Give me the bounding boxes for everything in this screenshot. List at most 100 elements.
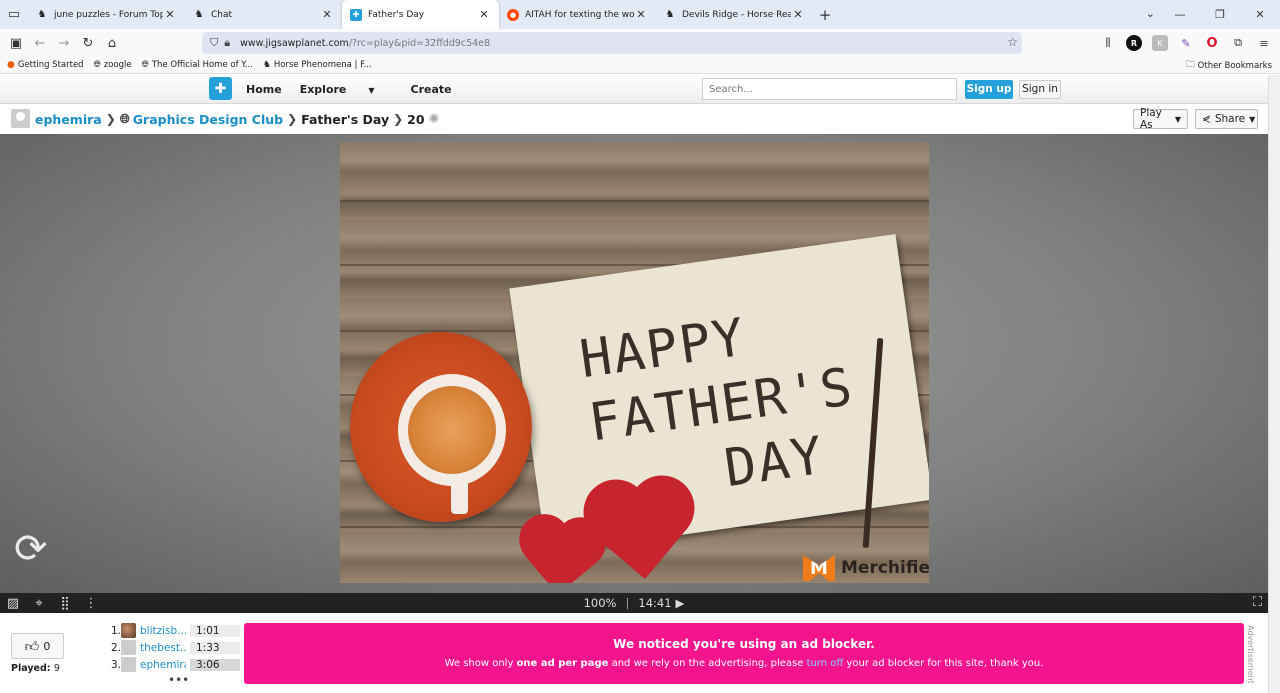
url-bar[interactable]: ⛉ 🔒︎ www.jigsawplanet.com/?rc=play&pid=3… bbox=[202, 32, 1022, 54]
played-count: Played: 9 bbox=[11, 663, 60, 674]
extension-r-icon[interactable]: R bbox=[1126, 35, 1142, 51]
sign-up-button[interactable]: Sign up bbox=[965, 80, 1013, 99]
sign-in-button[interactable]: Sign in bbox=[1019, 80, 1061, 99]
share-label: Share bbox=[1214, 113, 1246, 125]
chevron-right-icon: ❯ bbox=[287, 112, 298, 126]
search-input[interactable] bbox=[702, 78, 957, 100]
avatar[interactable] bbox=[121, 657, 136, 672]
close-icon[interactable]: ✕ bbox=[791, 8, 805, 21]
tab-june-puzzles[interactable]: ♞ june puzzles - Forum Topic ✕ bbox=[28, 0, 185, 29]
new-tab-button[interactable]: + bbox=[813, 6, 837, 24]
bookmark-star-icon[interactable]: ☆ bbox=[1007, 35, 1018, 49]
nav-home[interactable]: Home bbox=[246, 83, 282, 96]
opera-extension-icon[interactable]: O bbox=[1204, 35, 1220, 51]
folder-icon: 🗀 bbox=[1186, 60, 1195, 70]
nav-explore[interactable]: Explore ▼ bbox=[300, 83, 393, 96]
player-name[interactable]: blitzisb... bbox=[140, 625, 186, 637]
chevron-down-icon[interactable]: ⌄ bbox=[1146, 7, 1155, 20]
puzzle-image[interactable]: HAPPY FATHER'S DAY M Merchifies® bbox=[340, 142, 929, 583]
lock-icon[interactable]: 🔒︎ bbox=[224, 36, 230, 50]
globe-icon: 🌐︎ bbox=[119, 111, 130, 126]
nav-create[interactable]: Create bbox=[411, 83, 452, 96]
pen-extension-icon[interactable]: ✎ bbox=[1178, 35, 1194, 51]
caret-down-icon: ▼ bbox=[1249, 114, 1256, 124]
zoom-level: 100% bbox=[583, 596, 617, 610]
menu-icon[interactable]: ≡ bbox=[1256, 35, 1272, 51]
forward-icon[interactable]: → bbox=[52, 31, 76, 55]
close-icon[interactable]: ✕ bbox=[320, 8, 334, 21]
play-as-button[interactable]: Play As ▼ bbox=[1133, 107, 1188, 131]
jigsaw-logo-icon[interactable]: ✚ bbox=[209, 77, 232, 100]
brand-name: Merchifies bbox=[841, 558, 929, 578]
extensions-puzzle-icon[interactable]: ⧉ bbox=[1230, 35, 1246, 51]
merchifies-logo: M Merchifies® bbox=[803, 555, 929, 581]
heart-icon bbox=[525, 523, 597, 583]
close-icon[interactable]: ✕ bbox=[477, 8, 491, 21]
play-icon[interactable]: ▶ bbox=[676, 596, 685, 610]
tab-overview-icon[interactable]: ▭ bbox=[0, 0, 28, 29]
back-icon[interactable]: ← bbox=[28, 31, 52, 55]
close-icon[interactable]: ✕ bbox=[163, 8, 177, 21]
avatar[interactable] bbox=[11, 109, 30, 128]
advertisement-label: Advertisement bbox=[1246, 625, 1255, 684]
jigsaw-icon: ✚ bbox=[350, 8, 362, 21]
adblock-text: your ad blocker for this site, thank you… bbox=[843, 658, 1044, 669]
breadcrumb-title: Father's Day bbox=[301, 111, 390, 127]
tab-devils-ridge[interactable]: ♞ Devils Ridge - Horse Reality ✕ bbox=[656, 0, 813, 29]
bookmark-getting-started[interactable]: ● Getting Started bbox=[7, 60, 84, 70]
leaderboard: 1. blitzisb... 1:01 2. thebest... 1:33 3… bbox=[111, 622, 240, 673]
tab-aitah[interactable]: ● AITAH for texting the woman m ✕ bbox=[499, 0, 656, 29]
table-row: 1. blitzisb... 1:01 bbox=[111, 622, 240, 639]
elapsed-time: 14:41 bbox=[638, 596, 672, 610]
breadcrumb-club[interactable]: Graphics Design Club bbox=[133, 112, 283, 127]
share-button[interactable]: ⋞ Share ▼ bbox=[1195, 109, 1258, 129]
tab-title: Chat bbox=[211, 9, 233, 20]
separator: | bbox=[625, 596, 630, 610]
sidebar-toggle-icon[interactable]: ▣ bbox=[4, 31, 28, 55]
close-icon[interactable]: ✕ bbox=[634, 8, 648, 21]
tab-chat[interactable]: ♞ Chat ✕ bbox=[185, 0, 342, 29]
minimize-icon[interactable]: — bbox=[1160, 8, 1200, 21]
refresh-icon[interactable]: ⟳ bbox=[14, 526, 48, 572]
played-value: 9 bbox=[53, 663, 60, 674]
fullscreen-icon[interactable]: ⛶ bbox=[1253, 595, 1262, 610]
player-name[interactable]: ephemira bbox=[140, 659, 186, 671]
breadcrumb-user[interactable]: ephemira bbox=[35, 112, 102, 127]
bookmark-official-home[interactable]: 🌐︎ The Official Home of Y... bbox=[142, 60, 253, 70]
puzzle-toolbar: ▨ ⌖ ⣿ ⋮ 100% | 14:41 ▶ ⛶ bbox=[0, 593, 1268, 613]
window-controls: — ❐ ✕ bbox=[1160, 0, 1280, 29]
tab-fathers-day[interactable]: ✚ Father's Day ✕ bbox=[342, 0, 499, 29]
rank: 3. bbox=[111, 658, 122, 671]
bookmark-zoogle[interactable]: 🌐︎ zoogle bbox=[94, 60, 132, 70]
close-window-icon[interactable]: ✕ bbox=[1240, 8, 1280, 21]
turn-off-link[interactable]: turn off bbox=[807, 658, 844, 669]
chevron-right-icon: ❯ bbox=[105, 112, 116, 126]
reload-icon[interactable]: ↻ bbox=[76, 31, 100, 55]
player-time: 1:01 bbox=[190, 624, 240, 637]
shield-icon[interactable]: ⛉ bbox=[210, 36, 218, 50]
other-bookmarks[interactable]: 🗀 Other Bookmarks bbox=[1186, 59, 1272, 73]
extension-k-icon[interactable]: K bbox=[1152, 35, 1168, 51]
other-bookmarks-label: Other Bookmarks bbox=[1197, 61, 1272, 71]
adblock-notice: We noticed you're using an ad blocker. W… bbox=[244, 623, 1244, 684]
browser-tab-strip: ▭ ♞ june puzzles - Forum Topic ✕ ♞ Chat … bbox=[0, 0, 1280, 29]
caret-down-icon: ▼ bbox=[1174, 114, 1181, 124]
home-icon[interactable]: ⌂ bbox=[100, 31, 124, 55]
heart-icon bbox=[595, 487, 687, 579]
puzzle-stage[interactable]: HAPPY FATHER'S DAY M Merchifies® ⟳ bbox=[0, 134, 1268, 593]
site-header: ✚ Home Explore ▼ Create Sign up Sign in bbox=[0, 75, 1268, 104]
avatar[interactable] bbox=[121, 623, 136, 638]
merchifies-mark-icon: M bbox=[803, 555, 835, 581]
globe-icon: 🌐︎ bbox=[141, 60, 149, 70]
page-scrollbar[interactable] bbox=[1268, 75, 1280, 693]
like-button[interactable]: 👍︎ 0 bbox=[11, 633, 64, 659]
restore-icon[interactable]: ❐ bbox=[1200, 8, 1240, 21]
url-host: www.jigsawplanet.com bbox=[240, 37, 349, 49]
avatar[interactable] bbox=[121, 640, 136, 655]
bookmark-horse-phenomena[interactable]: ♞ Horse Phenomena | F... bbox=[263, 60, 372, 70]
player-name[interactable]: thebest... bbox=[140, 642, 186, 654]
share-icon: ⋞ bbox=[1202, 113, 1211, 125]
library-icon[interactable]: ⫼ bbox=[1100, 35, 1116, 51]
bookmarks-bar: ● Getting Started 🌐︎ zoogle 🌐︎ The Offic… bbox=[0, 57, 1280, 74]
more-scores-button[interactable]: ••• bbox=[168, 673, 189, 687]
